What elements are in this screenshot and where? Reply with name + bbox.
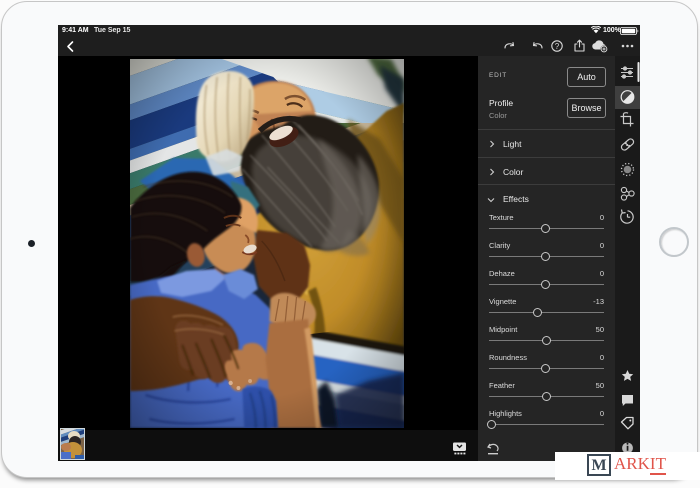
svg-text:?: ? xyxy=(555,42,560,51)
